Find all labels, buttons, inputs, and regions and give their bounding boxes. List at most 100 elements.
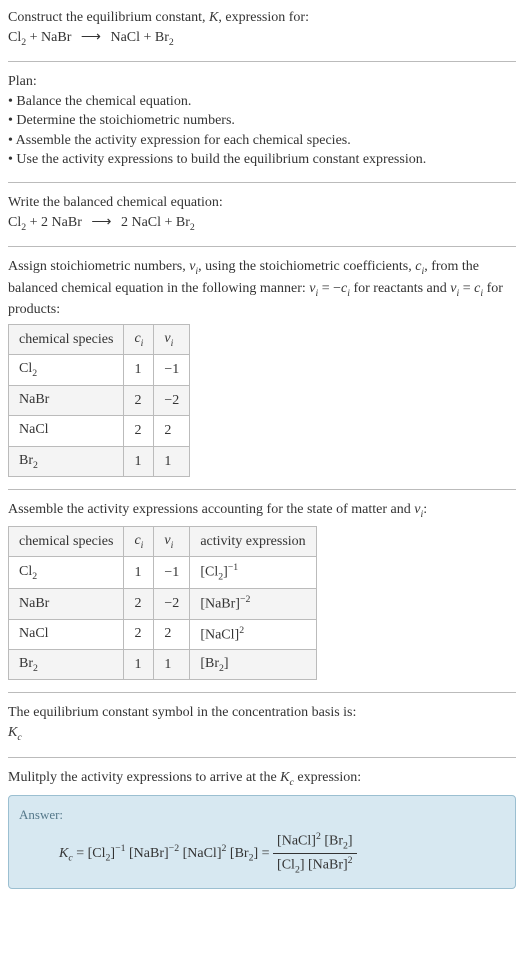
text: , using the stoichiometric coefficients, bbox=[198, 259, 415, 274]
cell-ci: 1 bbox=[124, 446, 154, 477]
cell-species: Br2 bbox=[9, 649, 124, 680]
sp: Cl bbox=[19, 564, 32, 579]
cell-species: NaBr bbox=[9, 589, 124, 619]
cell-ci: 2 bbox=[124, 589, 154, 619]
text: [Br bbox=[226, 846, 248, 861]
text: Assemble the activity expressions accoun… bbox=[8, 502, 414, 517]
text: [NaCl] bbox=[277, 834, 316, 849]
eqn-plus: + NaBr bbox=[26, 30, 75, 45]
plan-heading: Plan: bbox=[8, 72, 516, 92]
table-row: Br211[Br2] bbox=[9, 649, 317, 680]
exsup: 2 bbox=[239, 625, 244, 636]
plan-bullet: • Balance the chemical equation. bbox=[8, 92, 516, 112]
cell-nui: 2 bbox=[154, 619, 190, 649]
cell-species: NaCl bbox=[9, 416, 124, 447]
cell-nui: 2 bbox=[154, 416, 190, 447]
k: K bbox=[280, 770, 289, 785]
ex: [NaCl] bbox=[200, 627, 239, 642]
sp: Br bbox=[19, 453, 33, 468]
cell-species: Cl2 bbox=[9, 355, 124, 386]
activity-table: chemical species ci νi activity expressi… bbox=[8, 526, 317, 681]
cell-expr: [NaBr]−2 bbox=[190, 589, 316, 619]
text: [NaBr] bbox=[126, 846, 169, 861]
i: i bbox=[171, 540, 174, 551]
sp: NaBr bbox=[19, 392, 49, 407]
eqn-cl: Cl bbox=[8, 30, 21, 45]
kc-sub: c bbox=[17, 732, 21, 743]
stoich-intro: Assign stoichiometric numbers, νi, using… bbox=[8, 257, 516, 320]
exsup: −2 bbox=[240, 594, 250, 605]
table-row: Cl21−1[Cl2]−1 bbox=[9, 557, 317, 589]
cell-ci: 1 bbox=[124, 557, 154, 589]
table-row: NaBr 2 −2[NaBr]−2 bbox=[9, 589, 317, 619]
sub: 2 bbox=[106, 853, 111, 864]
cell-ci: 2 bbox=[124, 619, 154, 649]
cell-species: NaBr bbox=[9, 385, 124, 416]
cell-expr: [Br2] bbox=[190, 649, 316, 680]
col-ci: ci bbox=[124, 526, 154, 557]
col-ci: ci bbox=[124, 324, 154, 355]
ex: [Cl bbox=[200, 565, 218, 580]
col-nui: νi bbox=[154, 324, 190, 355]
denominator: [Cl2] [NaBr]2 bbox=[273, 854, 357, 877]
text: [Br bbox=[321, 834, 343, 849]
cell-ci: 1 bbox=[124, 649, 154, 680]
sp: NaCl bbox=[19, 422, 49, 437]
text: : bbox=[423, 502, 427, 517]
cell-expr: [NaCl]2 bbox=[190, 619, 316, 649]
cell-nui: −2 bbox=[154, 385, 190, 416]
text: [NaBr] bbox=[305, 858, 348, 873]
answer-expression: Kc = [Cl2]−1 [NaBr]−2 [NaCl]2 [Br2] = [N… bbox=[59, 830, 505, 877]
col-nui: νi bbox=[154, 526, 190, 557]
title-k: K bbox=[209, 10, 218, 25]
sp: NaCl bbox=[19, 626, 49, 641]
cell-species: Br2 bbox=[9, 446, 124, 477]
table-row: NaBr2−2 bbox=[9, 385, 190, 416]
ex: [Br bbox=[200, 656, 219, 671]
col-expr: activity expression bbox=[190, 526, 316, 557]
arrow-icon: ⟶ bbox=[91, 213, 111, 233]
text: for reactants and bbox=[350, 281, 450, 296]
cell-nui: −1 bbox=[154, 355, 190, 386]
sup: −1 bbox=[115, 843, 125, 854]
table-row: NaCl22[NaCl]2 bbox=[9, 619, 317, 649]
text: = − bbox=[318, 281, 341, 296]
text: [Cl bbox=[277, 858, 295, 873]
activity-section: Assemble the activity expressions accoun… bbox=[8, 500, 516, 680]
arrow-icon: ⟶ bbox=[81, 28, 101, 48]
cell-species: Cl2 bbox=[9, 557, 124, 589]
k: K bbox=[59, 846, 68, 861]
cell-nui: −1 bbox=[154, 557, 190, 589]
fraction: [NaCl]2 [Br2][Cl2] [NaBr]2 bbox=[273, 830, 357, 877]
text: ] = bbox=[253, 846, 273, 861]
sub: 2 bbox=[33, 663, 38, 674]
bal-mid: + 2 NaBr bbox=[26, 215, 85, 230]
eqn-right-sub: 2 bbox=[169, 36, 174, 47]
sup: 2 bbox=[348, 855, 353, 866]
text: ] bbox=[348, 834, 353, 849]
i: i bbox=[141, 540, 144, 551]
table-row: Cl21−1 bbox=[9, 355, 190, 386]
ex: [NaBr] bbox=[200, 597, 240, 612]
sub: 2 bbox=[32, 571, 37, 582]
title-text-b: , expression for: bbox=[218, 10, 309, 25]
balanced-section: Write the balanced chemical equation: Cl… bbox=[8, 193, 516, 234]
numerator: [NaCl]2 [Br2] bbox=[273, 830, 357, 854]
sup: −2 bbox=[169, 843, 179, 854]
col-species: chemical species bbox=[9, 526, 124, 557]
plan-section: Plan: • Balance the chemical equation. •… bbox=[8, 72, 516, 170]
text: Assign stoichiometric numbers, bbox=[8, 259, 189, 274]
sp: NaBr bbox=[19, 596, 49, 611]
exsup: −1 bbox=[228, 562, 238, 573]
plan-bullet: • Use the activity expressions to build … bbox=[8, 150, 516, 170]
sp: Br bbox=[19, 656, 33, 671]
table-row: chemical species ci νi activity expressi… bbox=[9, 526, 317, 557]
multiply-line: Mulitply the activity expressions to arr… bbox=[8, 768, 516, 790]
symbol-section: The equilibrium constant symbol in the c… bbox=[8, 703, 516, 744]
col-species: chemical species bbox=[9, 324, 124, 355]
answer-label: Answer: bbox=[19, 806, 505, 824]
cell-expr: [Cl2]−1 bbox=[190, 557, 316, 589]
problem-header: Construct the equilibrium constant, K, e… bbox=[8, 8, 516, 49]
cell-species: NaCl bbox=[9, 619, 124, 649]
cell-ci: 2 bbox=[124, 416, 154, 447]
